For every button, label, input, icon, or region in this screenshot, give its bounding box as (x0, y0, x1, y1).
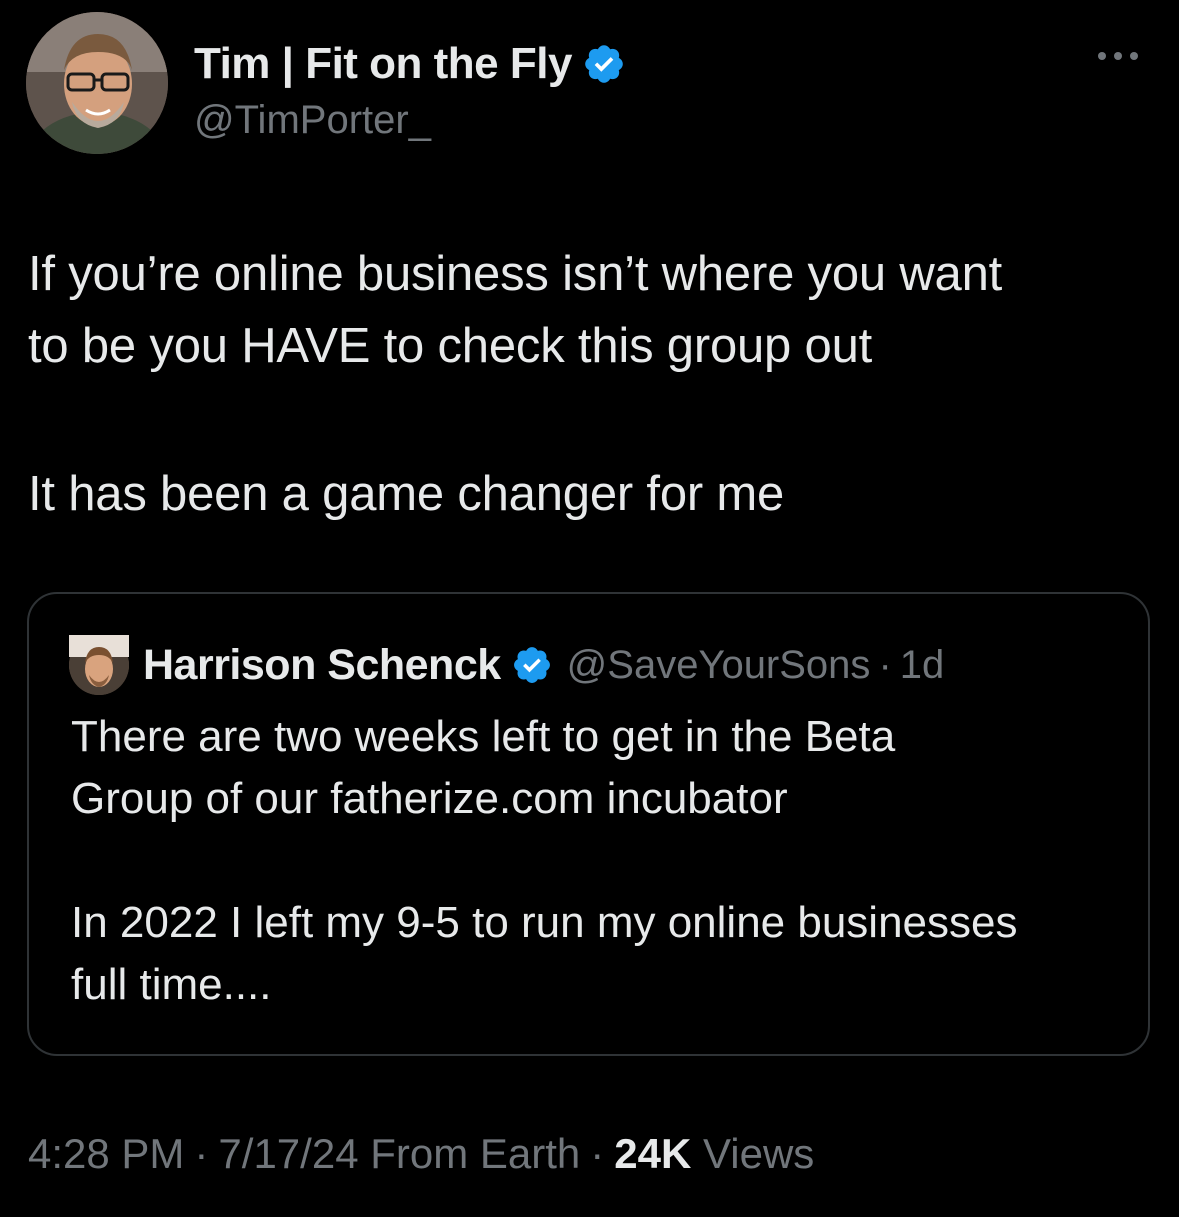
quoted-tweet-header: Harrison Schenck @SaveYourSons · 1d (69, 634, 944, 696)
tweet-text-line: If you’re online business isn’t where yo… (28, 247, 1003, 301)
tweet-metadata: 4:28 PM · 7/17/24 From Earth · 24K Views (28, 1130, 814, 1178)
avatar-photo-icon (69, 635, 129, 695)
more-options-icon[interactable] (1094, 46, 1142, 66)
author-name-row: Tim | Fit on the Fly (194, 34, 626, 94)
tweet-source: From Earth (370, 1130, 581, 1177)
quoted-tweet-body: There are two weeks left to get in the B… (71, 706, 1131, 1016)
quoted-text-line: Group of our fatherize.com incubator (71, 774, 788, 823)
tweet-date[interactable]: 7/17/24 (218, 1130, 358, 1177)
tweet-text-line: to be you HAVE to check this group out (28, 319, 873, 373)
views-count[interactable]: 24K (614, 1130, 691, 1177)
separator-dot: · (878, 642, 892, 687)
author-display-name[interactable]: Tim | Fit on the Fly (194, 39, 572, 89)
author-handle[interactable]: @TimPorter_ (194, 98, 431, 143)
quoted-tweet-time[interactable]: 1d (900, 643, 945, 688)
separator-dot: · (590, 1130, 605, 1177)
quoted-author-avatar[interactable] (69, 635, 129, 695)
separator-dot: · (194, 1130, 209, 1177)
tweet-header: Tim | Fit on the Fly @TimPorter_ (26, 12, 1156, 154)
tweet: Tim | Fit on the Fly @TimPorter_ If you’… (0, 0, 1179, 1217)
views-label: Views (703, 1130, 815, 1177)
tweet-text-line: It has been a game changer for me (28, 467, 785, 521)
quoted-text-line: In 2022 I left my 9-5 to run my online b… (71, 898, 1018, 947)
quoted-author-display-name[interactable]: Harrison Schenck (143, 641, 501, 690)
quoted-author-handle[interactable]: @SaveYourSons (567, 643, 871, 688)
tweet-time[interactable]: 4:28 PM (28, 1130, 184, 1177)
avatar-photo-icon (26, 12, 168, 154)
quoted-tweet[interactable]: Harrison Schenck @SaveYourSons · 1d Ther… (27, 592, 1150, 1056)
verified-badge-icon (513, 647, 550, 683)
quoted-text-line: There are two weeks left to get in the B… (71, 712, 896, 761)
author-avatar[interactable] (26, 12, 168, 154)
tweet-body: If you’re online business isn’t where yo… (28, 238, 1138, 530)
quoted-text-line: full time.... (71, 960, 272, 1009)
verified-badge-icon (585, 45, 623, 83)
